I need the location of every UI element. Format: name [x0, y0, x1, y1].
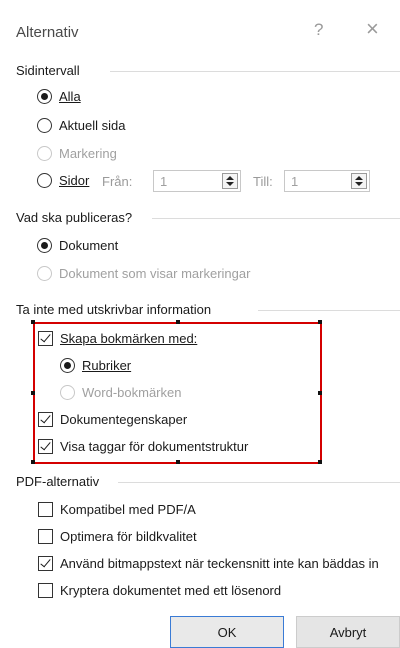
- radio-current-page[interactable]: Aktuell sida: [37, 118, 125, 133]
- resize-handle: [318, 460, 322, 464]
- checkbox-encrypt[interactable]: Kryptera dokumentet med ett lösenord: [38, 583, 281, 598]
- highlight-box: [33, 322, 322, 464]
- resize-handle: [176, 460, 180, 464]
- group-divider: [258, 310, 400, 311]
- dialog-title: Alternativ: [16, 24, 79, 41]
- resize-handle: [176, 320, 180, 324]
- radio-current-page-label: Aktuell sida: [59, 118, 126, 133]
- radio-document[interactable]: Dokument: [37, 238, 118, 253]
- radio-button[interactable]: [37, 173, 52, 188]
- radio-pages-label: Sidor: [59, 173, 90, 188]
- to-label: Till:: [253, 174, 273, 189]
- radio-pages[interactable]: Sidor: [37, 173, 89, 188]
- checkbox-image-quality[interactable]: Optimera för bildkvalitet: [38, 529, 197, 544]
- radio-all-label: Alla: [59, 89, 81, 104]
- group-divider: [152, 218, 400, 219]
- radio-button[interactable]: [37, 238, 52, 253]
- ok-button[interactable]: OK: [170, 616, 284, 648]
- resize-handle: [318, 391, 322, 395]
- title-bar: Alternativ ? ×: [0, 0, 400, 52]
- radio-button: [37, 266, 52, 281]
- group-label-publish: Vad ska publiceras?: [16, 210, 137, 225]
- radio-document-markup: Dokument som visar markeringar: [37, 266, 250, 281]
- spin-arrows[interactable]: [351, 173, 367, 189]
- resize-handle: [318, 320, 322, 324]
- checkbox[interactable]: [38, 502, 53, 517]
- from-stepper[interactable]: 1: [153, 170, 241, 192]
- from-label: Från:: [102, 174, 133, 189]
- resize-handle: [31, 460, 35, 464]
- help-icon[interactable]: ?: [314, 20, 323, 40]
- encrypt-label: Kryptera dokumentet med ett lösenord: [60, 583, 282, 598]
- radio-document-label: Dokument: [59, 238, 119, 253]
- checkbox-pdfa[interactable]: Kompatibel med PDF/A: [38, 502, 196, 517]
- cancel-button[interactable]: Avbryt: [296, 616, 400, 648]
- group-divider: [118, 482, 400, 483]
- arrow-down-icon[interactable]: [355, 182, 363, 186]
- group-divider: [110, 71, 400, 72]
- to-value: 1: [291, 174, 299, 189]
- group-label-page-range: Sidintervall: [16, 63, 84, 78]
- image-quality-label: Optimera för bildkvalitet: [60, 529, 197, 544]
- radio-selection-label: Markering: [59, 146, 117, 161]
- resize-handle: [31, 320, 35, 324]
- checkbox[interactable]: [38, 529, 53, 544]
- radio-selection: Markering: [37, 146, 117, 161]
- resize-handle: [31, 391, 35, 395]
- pdfa-label: Kompatibel med PDF/A: [60, 502, 196, 517]
- from-value: 1: [160, 174, 168, 189]
- group-label-pdf: PDF-alternativ: [16, 474, 104, 489]
- arrow-up-icon[interactable]: [355, 176, 363, 180]
- group-label-nonprint: Ta inte med utskrivbar information: [16, 302, 216, 317]
- radio-button: [37, 146, 52, 161]
- radio-all[interactable]: Alla: [37, 89, 81, 104]
- arrow-up-icon[interactable]: [226, 176, 234, 180]
- checkbox-bitmap-text[interactable]: Använd bitmappstext när teckensnitt inte…: [38, 556, 379, 571]
- spin-arrows[interactable]: [222, 173, 238, 189]
- checkbox[interactable]: [38, 583, 53, 598]
- arrow-down-icon[interactable]: [226, 182, 234, 186]
- checkbox[interactable]: [38, 556, 53, 571]
- radio-button[interactable]: [37, 118, 52, 133]
- to-stepper[interactable]: 1: [284, 170, 370, 192]
- bitmap-text-label: Använd bitmappstext när teckensnitt inte…: [60, 556, 379, 571]
- radio-button[interactable]: [37, 89, 52, 104]
- close-icon[interactable]: ×: [366, 16, 379, 42]
- radio-document-markup-label: Dokument som visar markeringar: [59, 266, 251, 281]
